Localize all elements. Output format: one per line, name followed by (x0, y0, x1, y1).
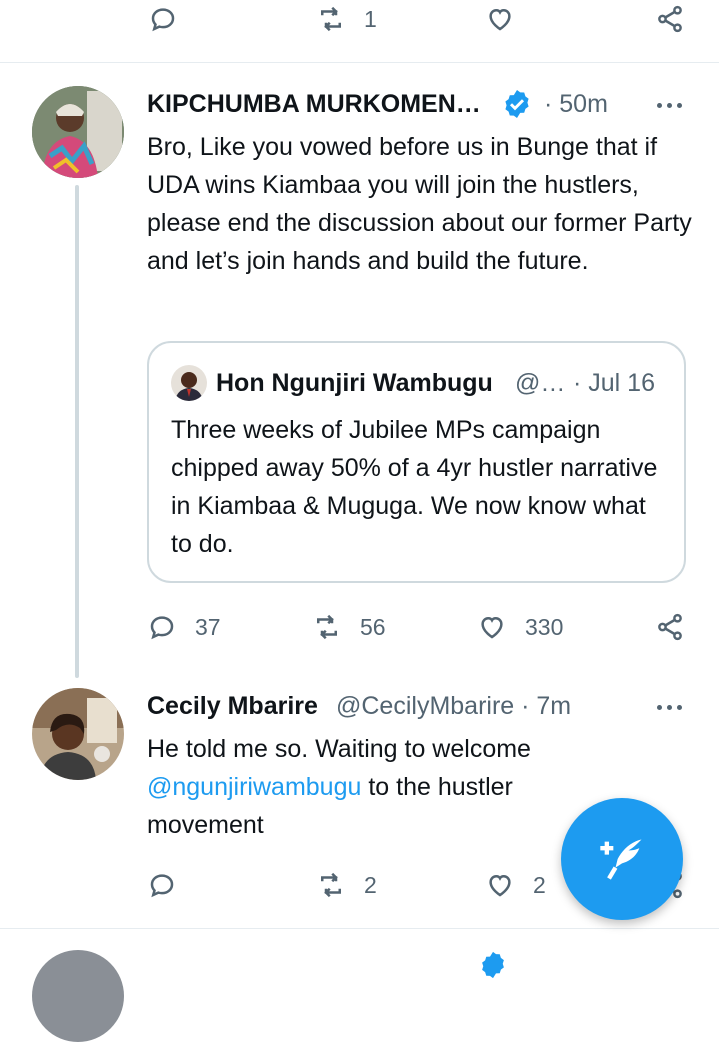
divider (0, 928, 719, 929)
like-count: 2 (533, 871, 546, 898)
reply-count: 37 (195, 613, 221, 640)
tweet-text-segment: to the hustler (361, 773, 513, 801)
tweet-handle-time[interactable]: @CecilyMbarire · 7m (336, 692, 571, 721)
avatar-murkomen[interactable] (32, 86, 124, 178)
author-name[interactable]: Cecily Mbarire (147, 692, 318, 721)
quote-text: Three weeks of Jubilee MPs campaign chip… (171, 416, 658, 558)
heart-icon (489, 8, 511, 31)
share-icon (658, 613, 682, 641)
retweet-icon (317, 614, 337, 640)
quote-avatar[interactable] (171, 365, 207, 401)
verified-badge-icon (501, 88, 533, 125)
reply-button[interactable]: 37 (147, 612, 221, 642)
like-button[interactable]: 2 (485, 870, 546, 900)
retweet-count: 1 (364, 5, 377, 32)
avatar-next[interactable] (32, 950, 124, 1042)
reply-icon (151, 8, 175, 32)
share-icon (658, 5, 682, 33)
divider (0, 62, 719, 63)
like-button[interactable] (485, 4, 515, 34)
heart-icon (489, 874, 511, 897)
tweet-time[interactable]: · 50m (544, 90, 608, 119)
compose-tweet-button[interactable] (561, 798, 683, 920)
share-button[interactable] (655, 612, 685, 642)
retweet-icon (321, 872, 341, 898)
more-options-icon[interactable] (657, 103, 682, 108)
retweet-button[interactable]: 1 (316, 4, 377, 34)
reply-button[interactable] (148, 4, 178, 34)
reply-icon (150, 616, 174, 640)
avatar-cecily[interactable] (32, 688, 124, 780)
retweet-count: 2 (364, 871, 377, 898)
retweet-button[interactable]: 2 (316, 870, 377, 900)
like-button[interactable]: 330 (477, 612, 563, 642)
quote-handle: @… (515, 369, 566, 397)
compose-quill-icon (600, 839, 642, 880)
share-button[interactable] (655, 4, 685, 34)
author-name[interactable]: KIPCHUMBA MURKOMEN… (147, 90, 481, 119)
thread-line (75, 185, 79, 678)
reply-icon (150, 874, 174, 898)
tweet-text: Bro, Like you vowed before us in Bunge t… (147, 133, 692, 275)
more-options-icon[interactable] (657, 705, 682, 710)
reply-button[interactable] (147, 870, 177, 900)
retweet-button[interactable]: 56 (312, 612, 386, 642)
verified-badge-icon (478, 950, 508, 985)
retweet-count: 56 (360, 613, 386, 640)
mention-link[interactable]: @ngunjiriwambugu (147, 773, 361, 801)
like-count: 330 (525, 613, 564, 640)
quoted-tweet-card[interactable]: Hon Ngunjiri Wambugu @… · Jul 16 Three w… (147, 341, 686, 583)
quote-author-name: Hon Ngunjiri Wambugu (216, 369, 493, 397)
tweet-text-line: He told me so. Waiting to welcome (147, 735, 531, 763)
heart-icon (481, 616, 503, 639)
retweet-icon (321, 6, 341, 32)
quote-date: · Jul 16 (573, 369, 655, 397)
